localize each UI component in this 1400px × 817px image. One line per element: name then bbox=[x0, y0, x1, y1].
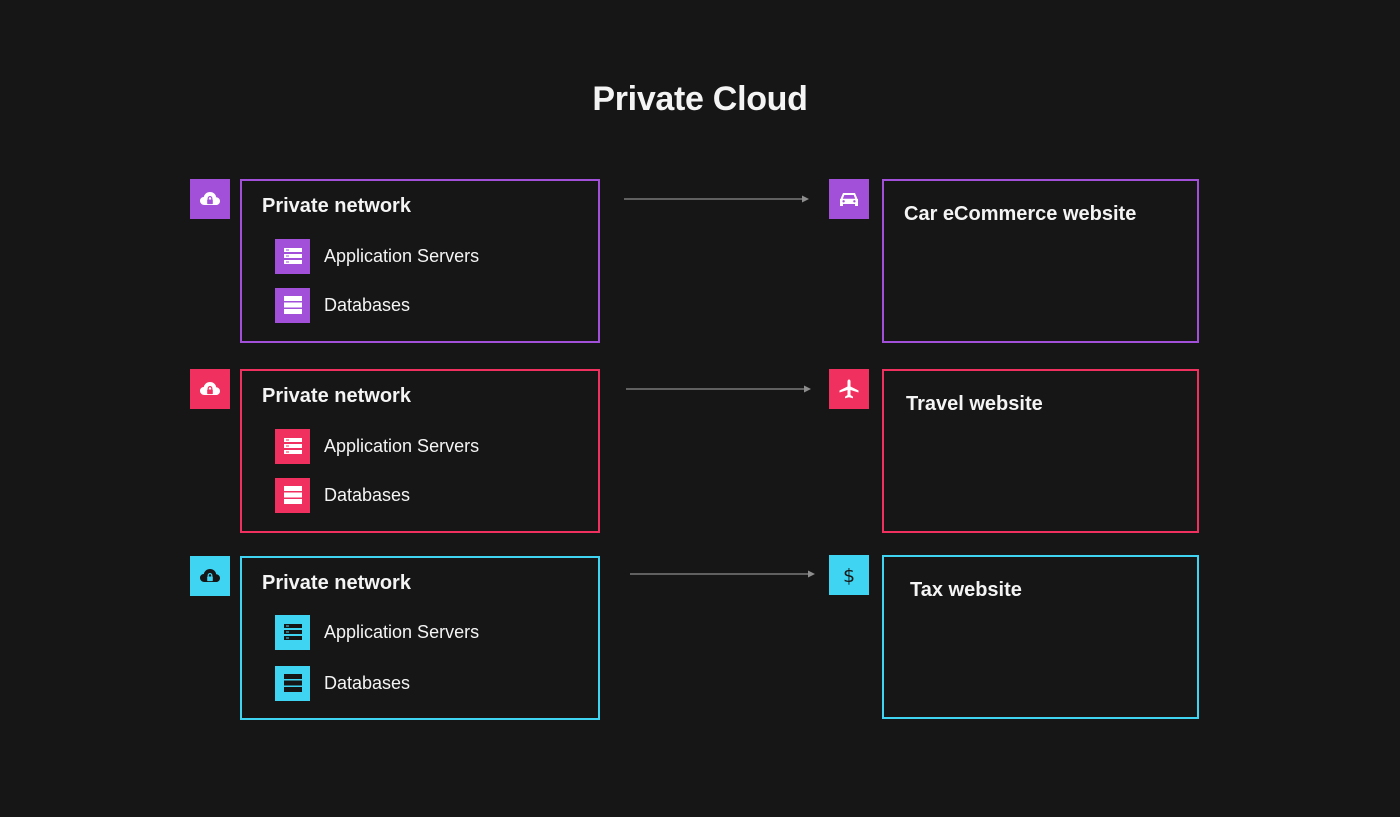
item-label: Application Servers bbox=[324, 245, 480, 266]
website-title: Tax website bbox=[910, 579, 1022, 601]
car-icon bbox=[829, 179, 869, 219]
arrow-connector bbox=[626, 385, 811, 393]
item-label: Databases bbox=[324, 294, 411, 315]
network-title: Private network bbox=[262, 195, 411, 217]
airplane-icon bbox=[829, 369, 869, 409]
application-servers-item: Application Servers bbox=[275, 238, 479, 274]
website-title: Travel website bbox=[906, 393, 1043, 415]
website-box: Travel website bbox=[882, 369, 1199, 533]
dollar-icon: $ bbox=[829, 555, 869, 595]
application-servers-item: Application Servers bbox=[275, 614, 479, 650]
page-title: Private Cloud bbox=[592, 80, 808, 118]
private-network-box: Private network Application Servers Data… bbox=[240, 369, 600, 533]
website-box: Car eCommerce website bbox=[882, 179, 1199, 343]
databases-item: Databases bbox=[275, 477, 410, 513]
server-rack-icon bbox=[275, 614, 310, 650]
arrow-connector bbox=[624, 195, 809, 203]
application-servers-item: Application Servers bbox=[275, 428, 479, 464]
arrow-connector bbox=[630, 570, 815, 578]
website-box: Tax website bbox=[882, 555, 1199, 719]
private-network-box: Private network Application Servers Data… bbox=[240, 179, 600, 343]
server-rack-icon bbox=[275, 238, 310, 274]
databases-item: Databases bbox=[275, 287, 410, 323]
cloud-lock-icon bbox=[190, 556, 230, 596]
item-label: Application Servers bbox=[324, 435, 480, 456]
item-label: Databases bbox=[324, 672, 411, 693]
database-icon bbox=[275, 287, 310, 323]
item-label: Databases bbox=[324, 484, 411, 505]
database-icon bbox=[275, 477, 310, 513]
private-network-box: Private network Application Servers Data… bbox=[240, 556, 600, 720]
network-title: Private network bbox=[262, 385, 411, 407]
database-icon bbox=[275, 665, 310, 701]
cloud-lock-icon bbox=[190, 369, 230, 409]
server-rack-icon bbox=[275, 428, 310, 464]
diagram-canvas: Private Cloud Private network Applicatio… bbox=[0, 0, 1400, 817]
network-title: Private network bbox=[262, 572, 411, 594]
svg-text:$: $ bbox=[843, 565, 855, 586]
databases-item: Databases bbox=[275, 665, 410, 701]
website-title: Car eCommerce website bbox=[904, 203, 1137, 225]
cloud-lock-icon bbox=[190, 179, 230, 219]
item-label: Application Servers bbox=[324, 621, 480, 642]
